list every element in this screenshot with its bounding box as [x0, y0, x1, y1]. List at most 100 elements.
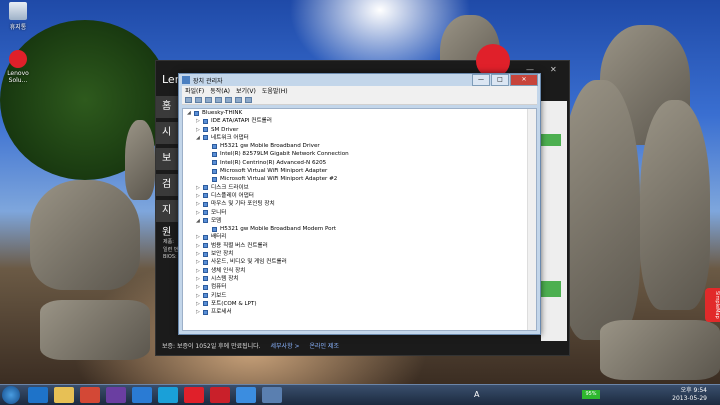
- clock[interactable]: 오후 9:54 2013-05-29: [665, 387, 707, 403]
- expand-toggle-icon[interactable]: ◢: [196, 217, 202, 225]
- tree-node[interactable]: H5321 gw Mobile Broadband Modem Port: [183, 225, 536, 233]
- ie-icon[interactable]: [28, 387, 48, 403]
- tree-node[interactable]: ▷ 배터리: [183, 233, 536, 241]
- rock-pile: [600, 320, 720, 380]
- desktop-icon-lenovo-solution[interactable]: Lenovo Solu...: [1, 50, 35, 84]
- lenovo-icon[interactable]: [184, 387, 204, 403]
- back-icon[interactable]: [185, 97, 192, 103]
- nav-health-button[interactable]: 검강: [156, 174, 180, 212]
- tree-node[interactable]: ◢ Bluesky-THINK: [183, 109, 536, 117]
- expand-toggle-icon[interactable]: ▷: [196, 308, 202, 316]
- help-icon[interactable]: [225, 97, 232, 103]
- expand-toggle-icon[interactable]: ▷: [196, 258, 202, 266]
- photoshop-icon[interactable]: [158, 387, 178, 403]
- details-link[interactable]: 세부사항 >: [271, 343, 300, 350]
- input-language[interactable]: A: [474, 390, 479, 399]
- tree-node[interactable]: ▷ 사운드, 비디오 및 게임 컨트롤러: [183, 258, 536, 266]
- expand-toggle-icon[interactable]: ▷: [196, 200, 202, 208]
- device-category-icon: [212, 151, 217, 157]
- explorer-icon[interactable]: [54, 387, 74, 403]
- outlook-icon[interactable]: [106, 387, 126, 403]
- maximize-button[interactable]: □: [491, 74, 509, 86]
- chrome-icon[interactable]: [80, 387, 100, 403]
- close-button[interactable]: ✕: [510, 74, 538, 86]
- tree-node-label: 모니터: [211, 209, 227, 216]
- expand-toggle-icon[interactable]: ▷: [196, 233, 202, 241]
- desktop-icon-recycle-bin[interactable]: 휴지통: [1, 2, 35, 31]
- expand-toggle-icon[interactable]: ▷: [196, 242, 202, 250]
- forward-icon[interactable]: [195, 97, 202, 103]
- stone-statue: [640, 100, 710, 310]
- device-category-icon: [203, 293, 208, 299]
- tree-node-label: H5321 gw Mobile Broadband Driver: [220, 143, 320, 150]
- title-bar[interactable]: 장치 관리자 — □ ✕: [179, 74, 540, 86]
- tree-node[interactable]: ▷ 디스플레이 어댑터: [183, 192, 536, 200]
- tree-node-label: Bluesky-THINK: [202, 110, 243, 116]
- lenovo2-icon[interactable]: [210, 387, 230, 403]
- tree-node[interactable]: ▷ 마우스 및 기타 포인팅 장치: [183, 200, 536, 208]
- expand-toggle-icon[interactable]: ▷: [196, 292, 202, 300]
- tree-node[interactable]: ◢ 모뎀: [183, 217, 536, 225]
- tree-node-label: 프로세서: [211, 309, 232, 316]
- expand-toggle-icon[interactable]: ▷: [196, 250, 202, 258]
- expand-toggle-icon[interactable]: ▷: [196, 300, 202, 308]
- tree-node[interactable]: ▷ 프로세서: [183, 308, 536, 316]
- scan-hardware-icon[interactable]: [245, 97, 252, 103]
- tree-node[interactable]: ▷ 시스템 장치: [183, 275, 536, 283]
- tree-node[interactable]: H5321 gw Mobile Broadband Driver: [183, 142, 536, 150]
- view-icon[interactable]: [205, 97, 212, 103]
- expand-toggle-icon[interactable]: ▷: [196, 184, 202, 192]
- tree-node[interactable]: Microsoft Virtual WiFi Miniport Adapter …: [183, 175, 536, 183]
- tree-node[interactable]: ▷ 키보드: [183, 292, 536, 300]
- list-icon[interactable]: [215, 97, 222, 103]
- lync-icon[interactable]: [132, 387, 152, 403]
- nav-home-button[interactable]: 홈: [156, 96, 180, 118]
- tree-node[interactable]: Intel(R) Centrino(R) Advanced-N 6205: [183, 159, 536, 167]
- menu-file[interactable]: 파일(F): [185, 86, 204, 95]
- expand-toggle-icon[interactable]: ▷: [196, 192, 202, 200]
- tree-node[interactable]: ▷ SM Driver: [183, 126, 536, 134]
- stone-statue: [125, 120, 155, 200]
- expand-toggle-icon[interactable]: ▷: [196, 283, 202, 291]
- device-category-icon: [203, 201, 208, 207]
- simplemap-tab[interactable]: SimpleMap: [705, 288, 720, 322]
- tree-node[interactable]: ▷ 생체 인식 장치: [183, 267, 536, 275]
- tree-node[interactable]: Microsoft Virtual WiFi Miniport Adapter: [183, 167, 536, 175]
- minimize-button[interactable]: —: [472, 74, 490, 86]
- expand-toggle-icon[interactable]: ▷: [196, 126, 202, 134]
- online-link[interactable]: 온라인 제조: [309, 343, 339, 350]
- expand-toggle-icon[interactable]: ▷: [196, 267, 202, 275]
- nav-security-button[interactable]: 보안: [156, 148, 180, 186]
- tree-node[interactable]: ◢ 네트워크 어댑터: [183, 134, 536, 142]
- expand-toggle-icon[interactable]: ▷: [196, 275, 202, 283]
- tree-node[interactable]: ▷ 디스크 드라이브: [183, 184, 536, 192]
- tree-node[interactable]: ▷ IDE ATA/ATAPI 컨트롤러: [183, 117, 536, 125]
- tree-node-label: 보안 장치: [211, 251, 234, 258]
- device-manager-icon[interactable]: [262, 387, 282, 403]
- nav-support-button[interactable]: 지원: [156, 200, 180, 238]
- tree-node[interactable]: ▷ 모니터: [183, 209, 536, 217]
- tree-node[interactable]: ▷ 보안 장치: [183, 250, 536, 258]
- tree-node[interactable]: ▷ 컴퓨터: [183, 283, 536, 291]
- tree-node[interactable]: ▷ 포트(COM & LPT): [183, 300, 536, 308]
- start-button[interactable]: [2, 386, 20, 404]
- tree-node-label: 배터리: [211, 234, 227, 241]
- expand-toggle-icon[interactable]: ▷: [196, 117, 202, 125]
- media-icon[interactable]: [236, 387, 256, 403]
- tree-node-label: 디스크 드라이브: [211, 184, 249, 191]
- expand-toggle-icon[interactable]: ▷: [196, 209, 202, 217]
- nav-system-button[interactable]: 시스: [156, 122, 180, 160]
- expand-toggle-icon[interactable]: ◢: [187, 109, 193, 117]
- toolbar: [182, 95, 537, 105]
- properties-icon[interactable]: [235, 97, 242, 103]
- menu-view[interactable]: 보기(V): [236, 86, 256, 95]
- menu-help[interactable]: 도움말(H): [262, 86, 288, 95]
- menu-action[interactable]: 동작(A): [210, 86, 230, 95]
- tree-node[interactable]: ▷ 범용 직렬 버스 컨트롤러: [183, 242, 536, 250]
- expand-toggle-icon[interactable]: ◢: [196, 134, 202, 142]
- close-button[interactable]: ✕: [550, 65, 557, 74]
- tree-node[interactable]: Intel(R) 82579LM Gigabit Network Connect…: [183, 150, 536, 158]
- device-manager-window: 장치 관리자 — □ ✕ 파일(F) 동작(A) 보기(V) 도움말(H) ◢ B…: [178, 73, 541, 335]
- action-button[interactable]: [541, 281, 561, 297]
- battery-indicator[interactable]: 95%: [582, 390, 600, 399]
